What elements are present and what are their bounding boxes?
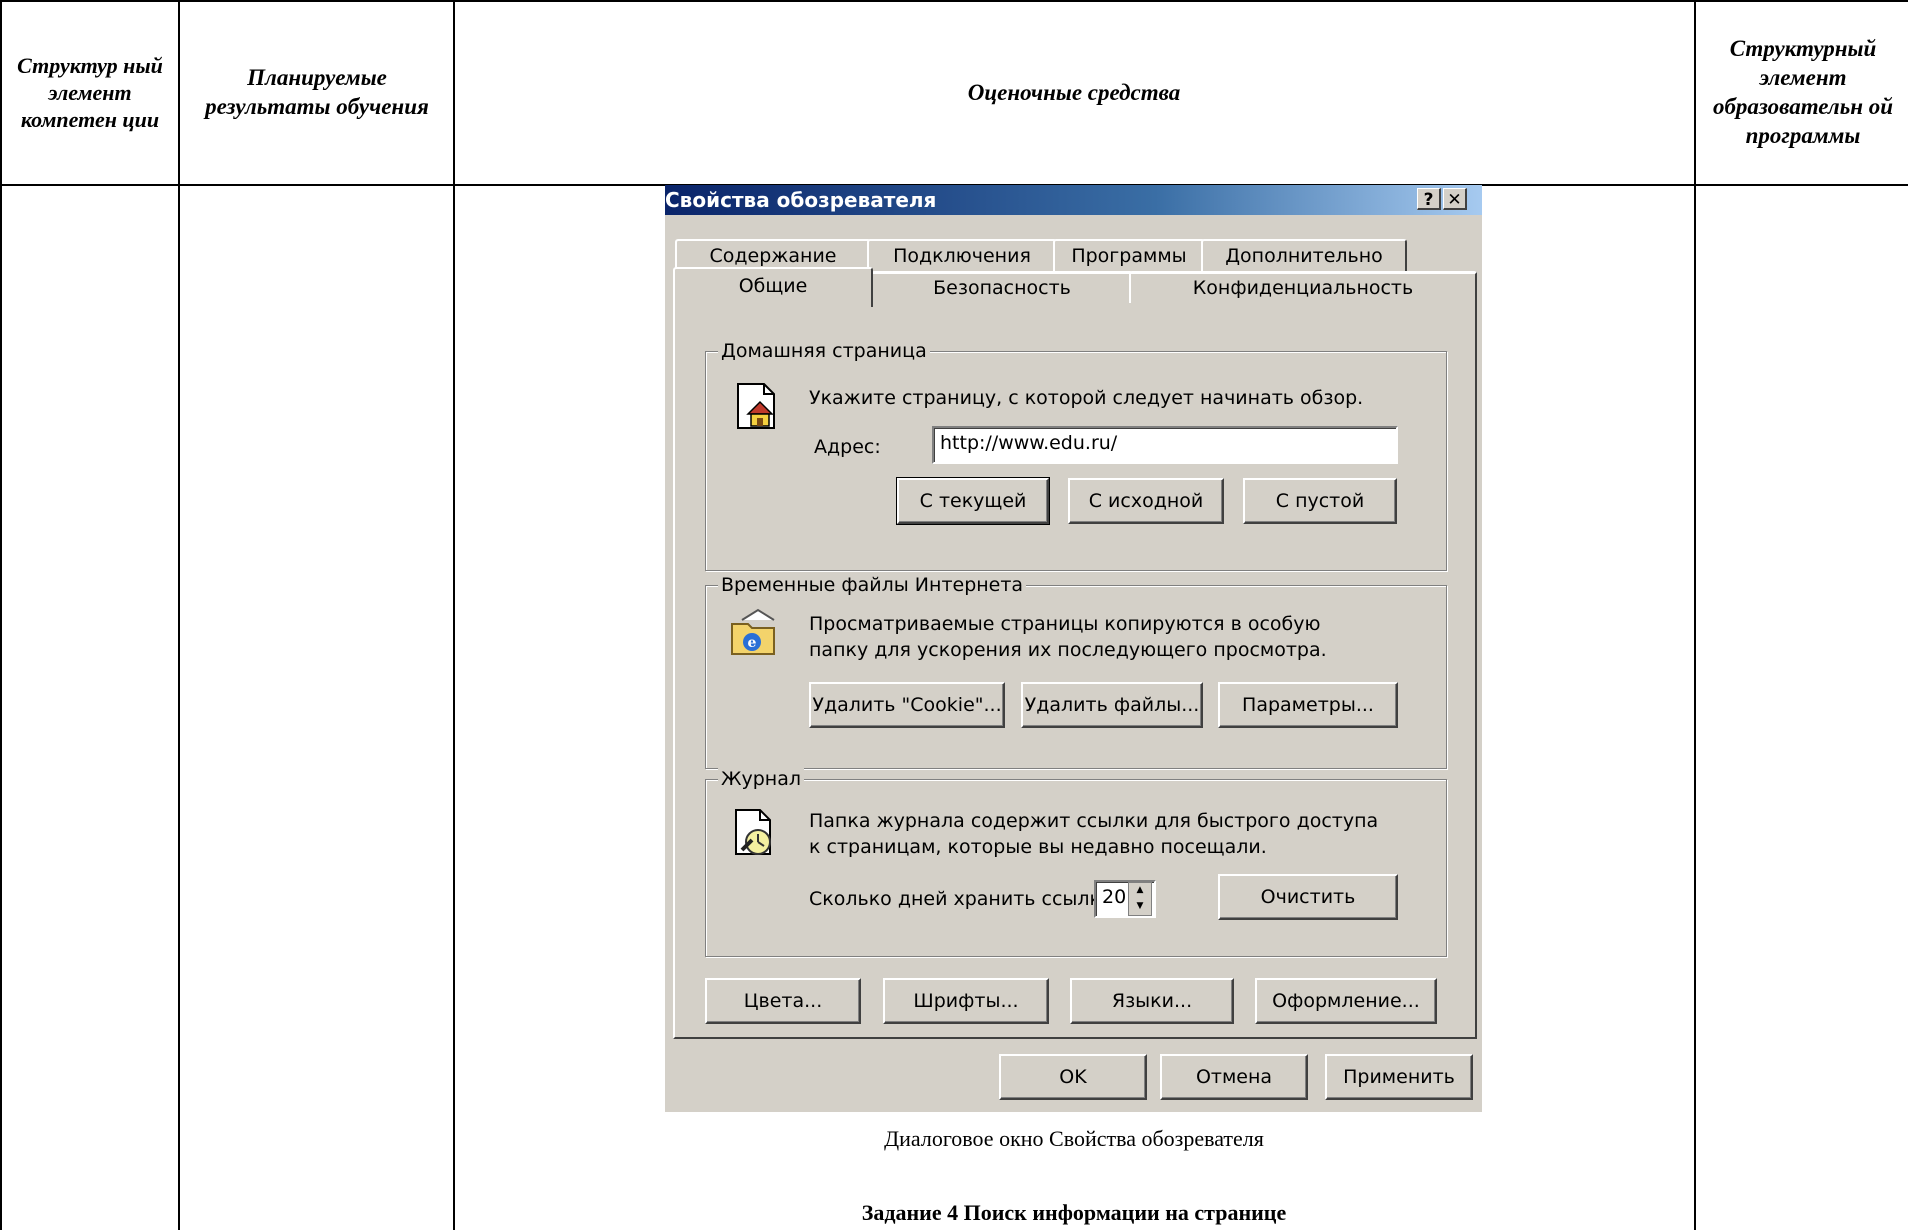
address-label: Адрес: <box>814 436 881 458</box>
home-page-group: Домашняя страница Укажите страницу, с ко… <box>705 339 1447 571</box>
settings-button[interactable]: Параметры... <box>1218 682 1398 728</box>
fonts-button[interactable]: Шрифты... <box>883 978 1049 1024</box>
table-col-divider-2 <box>178 0 180 1230</box>
temp-files-group: Временные файлы Интернета e Просматривае… <box>705 573 1447 769</box>
cancel-button[interactable]: Отмена <box>1160 1054 1308 1100</box>
delete-cookies-button[interactable]: Удалить "Cookie"... <box>809 682 1005 728</box>
internet-options-dialog: Свойства обозревателя ? ✕ Содержание Под… <box>665 185 1482 1112</box>
languages-button[interactable]: Языки... <box>1070 978 1234 1024</box>
dialog-titlebar: Свойства обозревателя ? ✕ <box>665 185 1482 215</box>
home-page-description: Укажите страницу, с которой следует начи… <box>809 387 1364 409</box>
accessibility-button[interactable]: Оформление... <box>1255 978 1437 1024</box>
temp-files-desc-line2: папку для ускорения их последующего прос… <box>809 639 1327 661</box>
help-button[interactable]: ? <box>1417 188 1441 210</box>
delete-files-button[interactable]: Удалить файлы... <box>1021 682 1203 728</box>
apply-button[interactable]: Применить <box>1325 1054 1473 1100</box>
history-group-title: Журнал <box>718 767 804 791</box>
dialog-title: Свойства обозревателя <box>665 188 937 212</box>
tab-advanced[interactable]: Дополнительно <box>1201 239 1407 271</box>
history-icon <box>735 809 771 855</box>
table-col-divider-1 <box>0 0 2 1230</box>
close-button[interactable]: ✕ <box>1443 188 1467 210</box>
history-group: Журнал Папка журнала содержит ссылки для… <box>705 767 1447 957</box>
history-desc-line2: к страницам, которые вы недавно посещали… <box>809 836 1267 858</box>
use-current-button[interactable]: С текущей <box>896 477 1050 525</box>
ok-button[interactable]: OK <box>999 1054 1147 1100</box>
colors-button[interactable]: Цвета... <box>705 978 861 1024</box>
table-col-divider-4 <box>1694 0 1696 1230</box>
svg-text:e: e <box>748 635 757 651</box>
tab-connections[interactable]: Подключения <box>867 239 1057 271</box>
task-title: Задание 4 Поиск информации на странице <box>861 1200 1287 1225</box>
spin-down-icon[interactable]: ▼ <box>1129 899 1151 915</box>
days-to-keep-label: Сколько дней хранить ссылки: <box>809 888 1120 910</box>
table-col-divider-3 <box>453 0 455 1230</box>
header-planned-results: Планируемые результаты обучения <box>205 65 429 119</box>
days-spinner[interactable]: ▲ ▼ <box>1128 882 1152 916</box>
header-structural-element: Структур ный элемент компетен ции <box>17 52 163 132</box>
header-assessment-tools: Оценочные средства <box>967 79 1181 105</box>
use-blank-button[interactable]: С пустой <box>1243 478 1397 524</box>
tab-programs[interactable]: Программы <box>1053 239 1205 271</box>
home-page-group-title: Домашняя страница <box>718 339 930 363</box>
tab-general[interactable]: Общие <box>673 267 873 307</box>
spin-up-icon[interactable]: ▲ <box>1129 883 1151 899</box>
home-page-icon <box>737 383 775 429</box>
clear-history-button[interactable]: Очистить <box>1218 874 1398 920</box>
address-input[interactable]: http://www.edu.ru/ <box>932 426 1398 464</box>
history-desc-line1: Папка журнала содержит ссылки для быстро… <box>809 810 1379 832</box>
use-default-button[interactable]: С исходной <box>1068 478 1224 524</box>
ie-folder-icon: e <box>731 608 775 655</box>
header-program-element: Структурный элемент образовательн ой про… <box>1712 36 1894 148</box>
temp-files-desc-line1: Просматриваемые страницы копируются в ос… <box>809 613 1321 635</box>
figure-caption: Диалоговое окно Свойства обозревателя <box>884 1126 1264 1151</box>
temp-files-group-title: Временные файлы Интернета <box>718 573 1027 597</box>
